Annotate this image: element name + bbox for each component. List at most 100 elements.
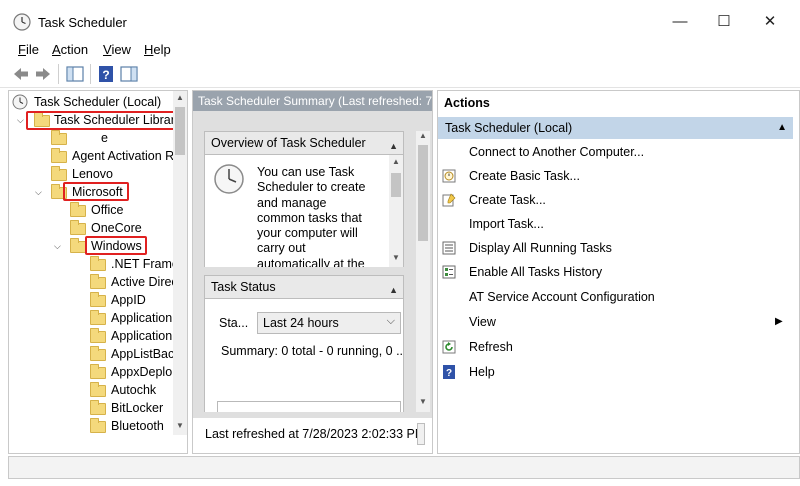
folder-icon (51, 166, 67, 181)
scrollbar-thumb[interactable] (418, 145, 428, 241)
tree-label: BitLocker (111, 401, 164, 415)
refresh-icon (442, 340, 456, 354)
actions-group-header[interactable]: Task Scheduler (Local) ▲ (438, 117, 793, 139)
action-label: Display All Running Tasks (469, 241, 612, 255)
tree-label: OneCore (91, 221, 142, 235)
collapse-icon[interactable]: ▲ (777, 117, 787, 139)
tree-label: Lenovo (72, 167, 114, 181)
overview-line: Scheduler to create (257, 180, 366, 195)
folder-icon (90, 364, 106, 379)
create-basic-task-icon (442, 169, 456, 183)
action-label: Import Task... (469, 217, 544, 231)
overview-line: common tasks that (257, 210, 362, 225)
minimize-button[interactable]: — (665, 10, 695, 34)
task-status-list[interactable] (217, 401, 401, 412)
folder-icon (90, 346, 106, 361)
action-label: Refresh (469, 340, 513, 354)
folder-icon (51, 130, 67, 145)
show-hide-console-tree-icon[interactable] (65, 64, 85, 84)
folder-icon (90, 400, 106, 415)
overview-line: You can use Task (257, 165, 355, 179)
action-view[interactable]: View ▶ (442, 312, 783, 332)
status-label: Sta... (219, 316, 249, 330)
folder-icon (51, 148, 67, 163)
console-tree-pane: Task Scheduler (Local) ⌵ Task Scheduler … (8, 90, 188, 454)
tree-label: Application (111, 311, 173, 325)
select-value: Last 24 hours (263, 316, 339, 330)
folder-icon (70, 220, 86, 235)
chevron-down-icon: ⌵ (35, 187, 42, 197)
folder-icon (70, 202, 86, 217)
history-icon (442, 265, 456, 279)
scroll-down-icon[interactable]: ▼ (392, 253, 400, 262)
menu-file[interactable]: File (18, 42, 39, 57)
overview-section-header[interactable]: Overview of Task Scheduler ▲ (204, 131, 404, 155)
menu-view[interactable]: View (103, 42, 131, 57)
folder-icon (90, 418, 106, 433)
section-title: Task Status (211, 280, 276, 294)
status-period-select[interactable]: Last 24 hours ⌵ (257, 312, 401, 334)
chevron-down-icon: ⌵ (386, 315, 395, 327)
overview-line: automatically at the (257, 256, 365, 267)
folder-icon (70, 238, 86, 253)
folder-icon (90, 310, 106, 325)
tree-label: AppxDeplo (111, 365, 173, 379)
collapse-icon[interactable]: ▲ (389, 135, 398, 157)
overview-section-body: You can use Task Scheduler to create and… (204, 155, 404, 267)
tree-label: Bluetooth (111, 419, 164, 433)
close-button[interactable]: ✕ (755, 10, 785, 34)
tree-label: AppListBac (111, 347, 175, 361)
action-label: Create Basic Task... (469, 169, 580, 183)
back-icon[interactable] (11, 64, 31, 84)
task-status-section-body: Sta... Last 24 hours ⌵ Summary: 0 total … (204, 299, 404, 412)
show-hide-action-pane-icon[interactable] (119, 64, 139, 84)
scroll-down-icon[interactable]: ▼ (419, 397, 427, 406)
task-status-section-header[interactable]: Task Status ▲ (204, 275, 404, 299)
folder-icon (90, 274, 106, 289)
tree-label: Autochk (111, 383, 157, 397)
folder-icon (90, 292, 106, 307)
folder-icon (90, 382, 106, 397)
tree-label: Office (91, 203, 124, 217)
section-title: Overview of Task Scheduler (211, 136, 366, 150)
action-label: Help (469, 365, 495, 379)
toolbar-separator (90, 64, 91, 84)
submenu-arrow-icon: ▶ (775, 316, 783, 327)
tree-label: e (101, 131, 108, 145)
highlight-box (63, 182, 129, 201)
svg-text:?: ? (102, 68, 109, 82)
scroll-up-icon[interactable]: ▲ (176, 93, 184, 102)
tree-label: Agent Activation R (72, 149, 175, 163)
collapse-icon[interactable]: ▲ (389, 279, 398, 301)
task-scheduler-clock-icon (13, 13, 31, 31)
scroll-down-icon[interactable]: ▼ (176, 421, 184, 430)
task-scheduler-clock-icon (12, 94, 28, 110)
overview-scrollbar[interactable]: ▲ ▼ (389, 155, 403, 267)
tree-label: AppID (111, 293, 146, 307)
menu-help[interactable]: Help (144, 42, 171, 57)
forward-icon[interactable] (33, 64, 53, 84)
scrollbar-thumb[interactable] (175, 107, 185, 155)
scroll-up-icon[interactable]: ▲ (419, 131, 427, 140)
scroll-up-icon[interactable]: ▲ (392, 157, 400, 166)
highlight-box (26, 111, 180, 130)
help-icon[interactable]: ? (96, 64, 116, 84)
menu-action[interactable]: Action (52, 42, 88, 57)
tree-scrollbar[interactable]: ▲ ▼ (173, 91, 187, 435)
maximize-button[interactable]: ☐ (709, 10, 739, 34)
refresh-footer: Last refreshed at 7/28/2023 2:02:33 PM (193, 418, 432, 453)
refresh-now-button[interactable] (417, 423, 425, 445)
action-label: Enable All Tasks History (469, 265, 603, 279)
action-label: Create Task... (469, 193, 546, 207)
folder-icon (90, 328, 106, 343)
last-refreshed-text: Last refreshed at 7/28/2023 2:02:33 PM (205, 427, 426, 441)
svg-text:?: ? (446, 368, 452, 379)
scrollbar-thumb[interactable] (391, 173, 401, 197)
chevron-down-icon: ⌵ (54, 241, 61, 251)
summary-scrollbar[interactable]: ▲ ▼ (416, 131, 430, 412)
overview-line: your computer will (257, 226, 358, 241)
folder-icon (90, 256, 106, 271)
action-label: AT Service Account Configuration (469, 290, 655, 304)
highlight-box (85, 236, 147, 255)
create-task-icon (442, 193, 456, 207)
